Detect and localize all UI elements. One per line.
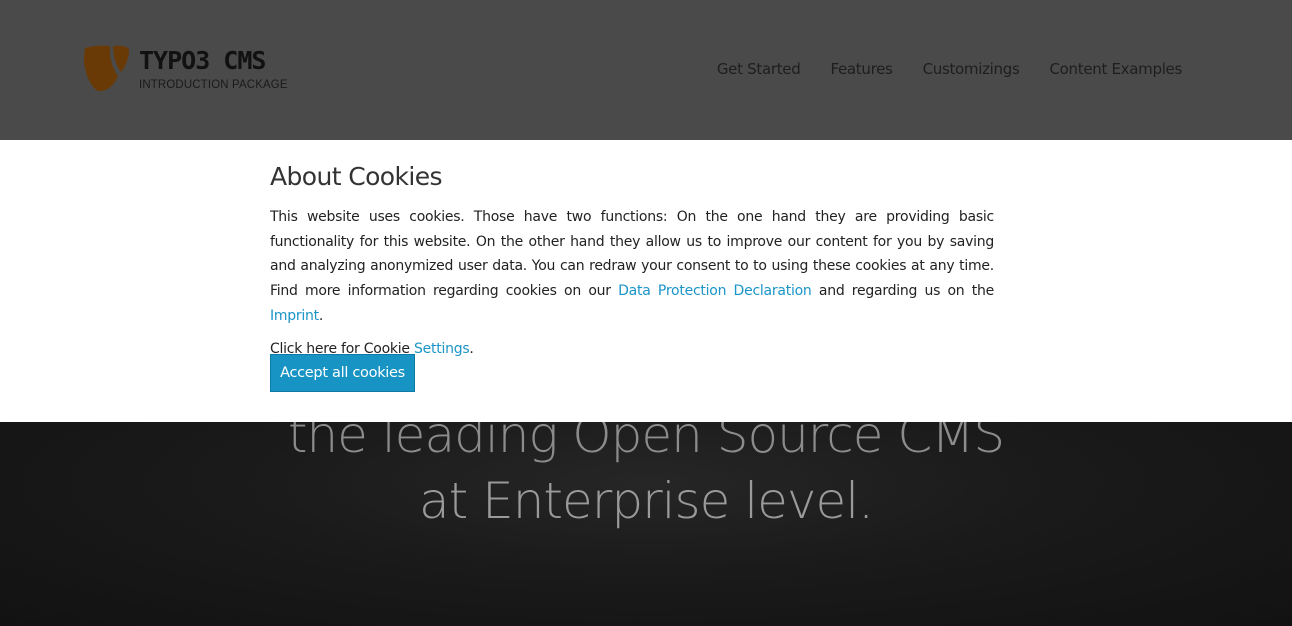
cookie-text-part-3: . <box>318 307 324 324</box>
logo-title: TYPO3 CMS <box>139 46 266 75</box>
hero-section: the leading Open Source CMS at Enterpris… <box>0 422 1292 626</box>
data-protection-link[interactable]: Data Protection Declaration <box>618 283 812 299</box>
hero-headline-line-2: at Enterprise level. <box>418 472 874 530</box>
nav-customizings[interactable]: Customizings <box>923 60 1020 78</box>
cookie-banner-content: About Cookies This website uses cookies.… <box>270 140 994 392</box>
nav-features[interactable]: Features <box>830 60 892 78</box>
hero-headline-line-1: the leading Open Source CMS <box>287 422 1005 464</box>
typo3-logo-icon <box>84 45 129 92</box>
nav-content-examples[interactable]: Content Examples <box>1049 60 1182 78</box>
cookie-settings-suffix: . <box>469 340 474 357</box>
cookie-description: This website uses cookies. Those have tw… <box>270 205 994 329</box>
main-nav: Get Started Features Customizings Conten… <box>717 60 1182 78</box>
typo3-logo[interactable]: TYPO3 CMS INTRODUCTION PACKAGE <box>82 44 287 96</box>
imprint-link[interactable]: Imprint <box>270 308 319 324</box>
cookie-settings-link[interactable]: Settings <box>414 341 470 357</box>
accept-all-cookies-button[interactable]: Accept all cookies <box>270 354 415 392</box>
cookie-banner: About Cookies This website uses cookies.… <box>0 140 1292 422</box>
cookie-text-part-2: and regarding us on the <box>811 283 995 300</box>
nav-get-started[interactable]: Get Started <box>717 60 801 78</box>
logo-subtitle: INTRODUCTION PACKAGE <box>139 77 288 91</box>
cookie-title: About Cookies <box>270 162 443 191</box>
site-header: TYPO3 CMS INTRODUCTION PACKAGE Get Start… <box>0 0 1292 140</box>
